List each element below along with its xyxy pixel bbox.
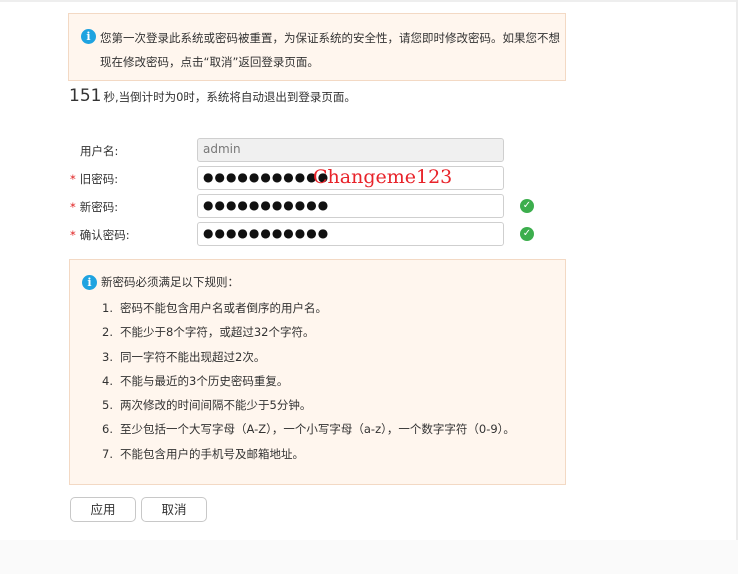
rule-number: 4. bbox=[102, 373, 113, 388]
cancel-button[interactable]: 取消 bbox=[141, 497, 207, 522]
rule-item: 2. 不能少于8个字符，或超过32个字符。 bbox=[102, 320, 515, 344]
username-label: 用户名: bbox=[80, 144, 119, 158]
footer-area bbox=[0, 540, 738, 574]
confirm-password-field[interactable]: ●●●●●●●●●●● bbox=[197, 222, 504, 246]
new-password-label: * 新密码: bbox=[70, 199, 118, 215]
rule-text: 同一字符不能出现超过2次。 bbox=[120, 349, 266, 364]
rule-number: 3. bbox=[102, 349, 113, 364]
rule-text: 两次修改的时间间隔不能少于5分钟。 bbox=[120, 398, 312, 413]
first-login-notice: i 您第一次登录此系统或密码被重置，为保证系统的安全性，请您即时修改密码。如果您… bbox=[68, 13, 566, 81]
rule-text: 不能与最近的3个历史密码重复。 bbox=[120, 373, 289, 388]
rule-number: 1. bbox=[102, 301, 113, 315]
required-marker: * bbox=[70, 200, 76, 214]
rule-item: 4. 不能与最近的3个历史密码重复。 bbox=[102, 369, 515, 393]
rules-title: 新密码必须满足以下规则： bbox=[101, 275, 239, 289]
confirm-password-value: ●●●●●●●●●●● bbox=[203, 226, 330, 240]
rule-text: 不能少于8个字符，或超过32个字符。 bbox=[120, 325, 315, 340]
rule-number: 2. bbox=[102, 325, 113, 340]
rule-number: 6. bbox=[102, 422, 113, 437]
confirm-password-label-text: 确认密码: bbox=[79, 228, 130, 242]
old-password-label: * 旧密码: bbox=[70, 171, 118, 187]
countdown-message: 151 秒,当倒计时为0时，系统将自动退出到登录页面。 bbox=[69, 86, 356, 106]
rule-item: 7. 不能包含用户的手机号及邮箱地址。 bbox=[102, 442, 515, 466]
password-rules-panel: i 新密码必须满足以下规则： 1. 密码不能包含用户名或者倒序的用户名。 2. 不能… bbox=[69, 259, 566, 485]
top-divider bbox=[0, 0, 738, 2]
rule-number: 7. bbox=[102, 446, 113, 461]
old-password-value: ●●●●●●●●●●● bbox=[203, 170, 330, 184]
required-marker: * bbox=[70, 228, 76, 242]
old-password-label-text: 旧密码: bbox=[79, 172, 119, 186]
confirm-password-label: * 确认密码: bbox=[70, 227, 130, 243]
password-annotation: Changeme123 bbox=[313, 166, 453, 188]
rule-text: 密码不能包含用户名或者倒序的用户名。 bbox=[120, 301, 327, 315]
rules-list: 1. 密码不能包含用户名或者倒序的用户名。 2. 不能少于8个字符，或超过32个字符… bbox=[102, 296, 515, 466]
new-password-value: ●●●●●●●●●●● bbox=[203, 198, 330, 212]
rule-item: 3. 同一字符不能出现超过2次。 bbox=[102, 345, 515, 369]
confirm-password-valid-check-icon: ✓ bbox=[520, 227, 534, 241]
notice-text: 您第一次登录此系统或密码被重置，为保证系统的安全性，请您即时修改密码。如果您不想… bbox=[100, 31, 560, 69]
username-field: admin bbox=[197, 138, 504, 162]
info-icon: i bbox=[82, 275, 97, 290]
apply-button[interactable]: 应用 bbox=[70, 497, 136, 522]
rule-item: 1. 密码不能包含用户名或者倒序的用户名。 bbox=[102, 296, 515, 320]
info-icon: i bbox=[81, 29, 96, 44]
new-password-valid-check-icon: ✓ bbox=[520, 199, 534, 213]
rule-item: 6. 至少包括一个大写字母（A-Z），一个小写字母（a-z），一个数字字符（0-9… bbox=[102, 417, 515, 441]
countdown-text: 秒,当倒计时为0时，系统将自动退出到登录页面。 bbox=[103, 90, 356, 104]
rule-text: 不能包含用户的手机号及邮箱地址。 bbox=[120, 446, 304, 461]
countdown-seconds: 151 bbox=[69, 86, 102, 106]
new-password-field[interactable]: ●●●●●●●●●●● bbox=[197, 194, 504, 218]
rule-number: 5. bbox=[102, 398, 113, 413]
rule-text: 至少包括一个大写字母（A-Z），一个小写字母（a-z），一个数字字符（0-9）。 bbox=[120, 422, 515, 437]
new-password-label-text: 新密码: bbox=[79, 200, 119, 214]
rule-item: 5. 两次修改的时间间隔不能少于5分钟。 bbox=[102, 393, 515, 417]
required-marker: * bbox=[70, 172, 76, 186]
